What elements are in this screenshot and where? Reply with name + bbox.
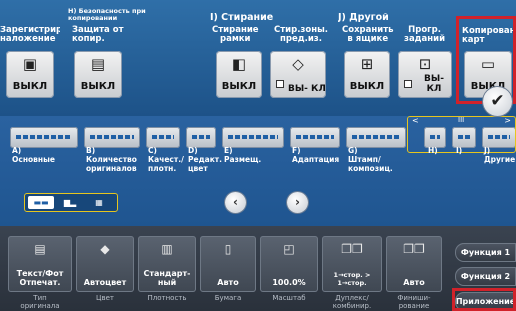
view-compact-icon[interactable]: ▆▂: [57, 196, 83, 209]
category-stamp[interactable]: [346, 127, 406, 148]
density-button[interactable]: ▥ Стандарт- ный: [138, 236, 196, 292]
zoom-label: Масштаб: [272, 294, 306, 302]
scroll-right-icon[interactable]: >: [504, 116, 511, 125]
other-group: J) Другой Сохранить в ящике ⊞ ВЫКЛ Прогр…: [332, 0, 454, 116]
program-jobs-label: Прогр. заданий: [404, 25, 446, 44]
category-basic[interactable]: [10, 127, 78, 148]
register-overlay-button[interactable]: ▣ ВЫКЛ: [6, 51, 54, 98]
finishing-button[interactable]: ❐❐ Авто: [386, 236, 442, 292]
frame-erase-button[interactable]: ◧ ВЫКЛ: [216, 51, 262, 98]
view-grid-icon[interactable]: ▦: [86, 196, 112, 209]
zoom-button[interactable]: ◰ 100.0%: [260, 236, 318, 292]
density-value: Стандарт- ный: [143, 269, 191, 287]
paper-icon: ▯: [224, 242, 232, 256]
register-overlay-value: ВЫКЛ: [12, 81, 48, 92]
program-jobs-button[interactable]: ⊡ ВЫ- КЛ: [398, 51, 452, 98]
program-jobs-value: ВЫ- КЛ: [424, 74, 444, 94]
view-mode-selector[interactable]: ▬▬ ▆▂ ▦: [24, 193, 118, 212]
original-type-label: Тип оригинала: [20, 294, 60, 310]
document-icon: ▤: [34, 242, 46, 256]
category-label-a: A) Основные: [12, 146, 55, 164]
copy-protection-value: ВЫКЛ: [80, 81, 116, 92]
frame-erase-icon: ◧: [231, 55, 247, 73]
eraser-icon: ◇: [292, 55, 304, 73]
function-1-tab[interactable]: Функция 1: [455, 243, 516, 262]
zoom-value: 100.0%: [272, 278, 306, 287]
next-page-button[interactable]: ›: [287, 192, 308, 213]
category-original-count[interactable]: [84, 127, 140, 148]
copy-protection-label: Защита от копир.: [72, 25, 124, 44]
copy-protection-button[interactable]: ▤ ВЫКЛ: [74, 51, 122, 98]
category-adapt[interactable]: [290, 127, 340, 148]
erase-group: I) Стирание Стирание рамки ◧ ВЫКЛ Стир.з…: [204, 0, 332, 116]
program-icon: ⊡: [418, 55, 432, 73]
doc-lock-icon: ▤: [90, 55, 106, 73]
copy-security-group: H) Безопасность при копировании Защита о…: [64, 0, 198, 116]
program-jobs-checkbox: [404, 80, 412, 88]
finishing-label: Финиши- рование: [397, 294, 431, 310]
zoom-icon: ◰: [283, 242, 295, 256]
original-type-value: Текст/Фот Отпечат.: [16, 269, 64, 287]
erase-title: I) Стирание: [210, 13, 274, 23]
zone-erase-button[interactable]: ◇ ВЫ- КЛ: [270, 51, 326, 98]
duplex-value: 1→стор. > 1→стор.: [333, 271, 371, 287]
frame-erase-value: ВЫКЛ: [221, 81, 257, 92]
save-box-label: Сохранить в ящике: [342, 25, 394, 44]
paper-button[interactable]: ▯ Авто: [200, 236, 256, 292]
finishing-value: Авто: [403, 278, 425, 287]
application-highlight: [452, 288, 516, 311]
zone-erase-checkbox: [276, 80, 284, 88]
scroll-thumb[interactable]: III: [458, 116, 464, 124]
scroll-left-icon[interactable]: <: [412, 116, 419, 125]
prev-page-button[interactable]: ‹: [225, 192, 246, 213]
register-overlay-group: Зарегистрир. наложение ▣ ВЫКЛ: [0, 0, 60, 116]
category-label-j: J) Другие: [484, 146, 516, 164]
category-layout[interactable]: [222, 127, 284, 148]
category-label-g: G) Штамп/ композиц.: [348, 146, 393, 173]
category-label-d: D) Редакт. цвет: [188, 146, 222, 173]
box-icon: ⊞: [360, 55, 374, 73]
status-bar: ▤ Текст/Фот Отпечат. ◆ Автоцвет ▥ Станда…: [0, 226, 516, 311]
category-quality[interactable]: [146, 127, 180, 148]
copy-security-title: H) Безопасность при копировании: [68, 8, 146, 22]
paper-label: Бумага: [214, 294, 242, 302]
function-2-tab[interactable]: Функция 2: [455, 267, 516, 286]
duplex-icon: ❐❐: [341, 242, 363, 256]
category-label-i: I): [456, 146, 463, 155]
category-label-c: C) Качест./ плотн.: [148, 146, 184, 173]
ok-button[interactable]: ✔: [483, 87, 512, 116]
overlay-icon: ▣: [22, 55, 38, 73]
density-label: Плотность: [147, 294, 187, 302]
paper-value: Авто: [217, 278, 239, 287]
finishing-icon: ❐❐: [403, 242, 425, 256]
category-label-b: B) Количество оригиналов: [86, 146, 137, 173]
color-label: Цвет: [96, 294, 114, 302]
category-label-e: E) Размещ.: [224, 146, 262, 164]
zone-erase-value: ВЫ- КЛ: [288, 84, 326, 94]
register-overlay-title: Зарегистрир. наложение: [0, 26, 60, 44]
settings-panel: Зарегистрир. наложение ▣ ВЫКЛ H) Безопас…: [0, 0, 516, 116]
density-icon: ▥: [161, 242, 173, 256]
other-title: J) Другой: [338, 13, 389, 23]
color-value: Автоцвет: [83, 278, 127, 287]
category-label-h: H): [428, 146, 438, 155]
original-type-button[interactable]: ▤ Текст/Фот Отпечат.: [8, 236, 72, 292]
view-list-icon[interactable]: ▬▬: [28, 196, 54, 209]
color-button[interactable]: ◆ Автоцвет: [76, 236, 134, 292]
color-icon: ◆: [100, 242, 110, 256]
category-label-f: F) Адаптация: [292, 146, 340, 164]
frame-erase-label: Стирание рамки: [212, 25, 259, 44]
zone-erase-label: Стир.зоны. пред.из.: [274, 25, 329, 44]
save-box-button[interactable]: ⊞ ВЫКЛ: [344, 51, 390, 98]
duplex-label: Дуплекс/ комбинир.: [332, 294, 372, 310]
category-edit-color[interactable]: [186, 127, 216, 148]
save-box-value: ВЫКЛ: [349, 81, 385, 92]
duplex-button[interactable]: ❐❐ 1→стор. > 1→стор.: [322, 236, 382, 292]
category-panel: < III > A) Основные B) Количество оригин…: [0, 116, 516, 226]
